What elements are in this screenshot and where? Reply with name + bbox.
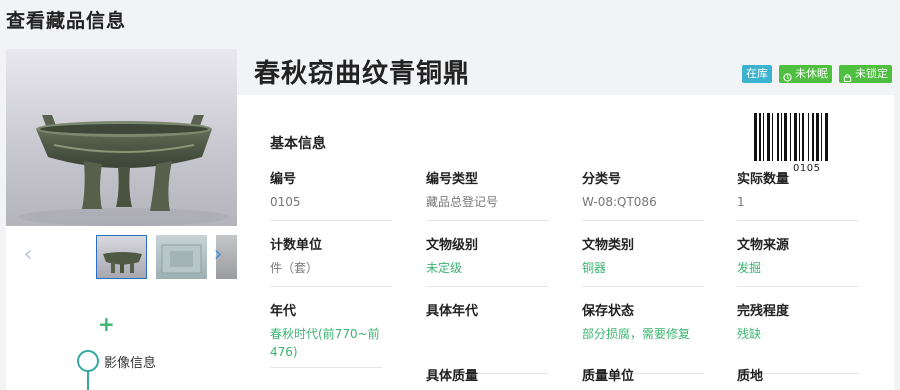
barcode-bar [754,113,757,161]
field-value: 藏品总登记号 [426,193,548,221]
chevron-right-icon[interactable]: › [208,240,228,270]
field-label: 文物类别 [582,238,635,253]
field-label: 实际数量 [737,172,790,187]
thumbnail-2[interactable] [156,235,207,279]
barcode-bar [816,113,819,161]
field-classification: 分类号 W-08:QT086 [582,168,704,221]
field-label: 质量单位 [582,369,635,384]
barcode-bar [794,113,797,161]
field-value: 未定级 [426,259,548,287]
field-era: 年代 春秋时代(前770~前476) [270,300,392,368]
barcode-bar [784,113,787,161]
field-specific-era: 具体年代 [426,300,548,374]
field-value: 0105 [270,193,392,221]
barcode-bar [767,113,770,161]
field-label: 完残程度 [737,304,790,319]
barcode-bar [763,113,764,161]
status-badge-not-dormant: 未休眠 [779,65,832,83]
field-value: 发掘 [737,259,859,287]
field-relic-source: 文物来源 发掘 [737,234,859,287]
barcode-bar [759,113,761,161]
field-label: 计数单位 [270,238,323,253]
status-badge-in-storage: 在库 [742,65,772,83]
collection-detail-page: 查看藏品信息 ‹ › + 影像信息 春秋窃曲纹青铜鼎 在库 未休眠 未锁定 基本… [0,0,900,390]
status-badges: 在库 未休眠 未锁定 [742,65,892,83]
field-label: 质地 [737,369,764,384]
field-relic-grade: 文物级别 未定级 [426,234,548,287]
barcode-bar [812,113,814,161]
field-label: 编号 [270,172,297,187]
page-title: 查看藏品信息 [6,10,127,32]
timeline-label[interactable]: 影像信息 [104,352,156,371]
badge-label: 未休眠 [795,67,828,80]
barcode-bar [808,113,809,161]
timeline-line [87,372,89,390]
field-label: 具体年代 [426,304,479,319]
section-title: 基本信息 [270,136,326,152]
field-label: 文物级别 [426,238,479,253]
field-number: 编号 0105 [270,168,392,221]
field-value: 1 [737,193,859,221]
barcode-bar [825,113,828,161]
field-label: 编号类型 [426,172,479,187]
chevron-left-icon[interactable]: ‹ [18,240,38,270]
field-number-type: 编号类型 藏品总登记号 [426,168,548,221]
basic-info-card: 基本信息 0105 编号 0105 编号类型 藏品总登记号 分类号 W-08:Q… [237,95,894,390]
clock-icon [783,70,792,82]
barcode-bar [777,113,779,161]
badge-label: 未锁定 [855,67,888,80]
field-value: 铜器 [582,259,704,287]
barcode-bar [781,113,782,161]
field-value: W-08:QT086 [582,193,704,221]
badge-label: 在库 [746,67,768,80]
field-label: 文物来源 [737,238,790,253]
barcode-bar [802,113,804,161]
status-badge-unlocked: 未锁定 [839,65,892,83]
field-count-unit: 计数单位 件（套） [270,234,392,287]
barcode-bar [821,113,822,161]
artifact-name: 春秋窃曲纹青铜鼎 [254,59,471,89]
timeline-node [77,350,99,372]
field-value: 春秋时代(前770~前476) [270,325,382,368]
field-quantity: 实际数量 1 [737,168,859,221]
field-material: 质地 [737,365,859,384]
barcode-bar [799,113,800,161]
plus-icon[interactable]: + [98,312,115,336]
field-preservation: 保存状态 部分损腐，需要修复 [582,300,704,374]
field-completeness: 完残程度 残缺 [737,300,859,374]
image-timeline: + 影像信息 [6,286,237,390]
thumbnail-strip: ‹ › [6,226,237,286]
barcode-bar [772,113,773,161]
barcode-bar [790,113,791,161]
field-label: 保存状态 [582,304,635,319]
thumbnail-1[interactable] [96,235,147,279]
image-gallery: ‹ › + 影像信息 [6,49,237,390]
field-value: 件（套） [270,259,392,287]
field-relic-category: 文物类别 铜器 [582,234,704,287]
lock-icon [843,70,852,82]
field-label: 年代 [270,304,297,319]
field-mass-unit: 质量单位 [582,365,704,384]
barcode [754,113,828,161]
field-label: 分类号 [582,172,622,187]
main-artifact-photo[interactable] [6,49,237,226]
field-specific-mass: 具体质量 [426,365,548,384]
field-label: 具体质量 [426,369,479,384]
